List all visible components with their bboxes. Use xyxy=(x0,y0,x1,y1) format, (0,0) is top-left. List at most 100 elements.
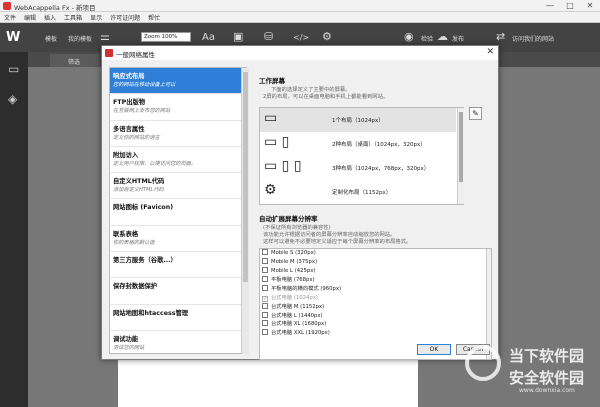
nav-scrollbar[interactable] xyxy=(241,68,249,354)
nav-item-ftp[interactable]: FTP出版物 在互联网上发布您的网站 xyxy=(110,94,246,121)
nav-item-title: 附加访入 xyxy=(113,151,139,159)
gear-icon[interactable]: ⚙ xyxy=(322,31,332,42)
layout-scrollbar-thumb[interactable] xyxy=(459,112,463,182)
resolution-item-desktop-l[interactable]: 台式电脑 L (1440px) xyxy=(260,311,491,320)
layout-option-2[interactable]: ▭ ▯ 2种布局（桌面）（1024px，320px） xyxy=(260,132,456,156)
menu-license[interactable]: 许可证问题 xyxy=(106,12,144,23)
nav-item-desc: 添加自定义HTML代码 xyxy=(113,187,164,194)
visit-site-button[interactable]: 访问我们的网站 xyxy=(512,34,554,43)
nav-item-desc: 您的网站在移动设备上可以 xyxy=(113,82,176,88)
nav-scrollbar-thumb[interactable] xyxy=(243,72,248,282)
nav-item-title: 自定义HTML代码 xyxy=(113,178,165,186)
nav-item-third-party[interactable]: 第三方服务（谷歌...） xyxy=(110,252,246,279)
resolution-item-tablet-landscape[interactable]: 平板电脑的横向模式 (960px) xyxy=(260,284,491,293)
settings-nav-list: 响应式布局您的网站在移动设备上可以 FTP出版物 在互联网上发布您的网站 多语言属… xyxy=(109,67,247,354)
menu-bar: 文件 编辑 插入 工具箱 显示 许可证问题 帮忙 xyxy=(0,12,600,23)
page-icon[interactable]: ▭ xyxy=(8,62,19,76)
menu-file[interactable]: 文件 xyxy=(0,12,20,23)
eye-icon[interactable]: ◉ xyxy=(404,31,414,42)
resolution-label: Mobile S (320px) xyxy=(271,250,316,256)
template-button[interactable]: 模板 xyxy=(45,34,57,43)
resolution-checkbox[interactable] xyxy=(262,249,268,255)
maximize-button[interactable]: □ xyxy=(560,0,580,12)
resolution-checkbox[interactable] xyxy=(262,311,268,318)
site-watermark: 当下软件园 安全软件园 www.downxia.com xyxy=(465,343,595,403)
minimize-button[interactable]: — xyxy=(540,0,560,12)
sliders-icon[interactable]: ⚌ xyxy=(100,31,110,42)
edit-layout-button[interactable]: ✎ xyxy=(469,107,482,120)
nav-item-desc: 测试您的网站 xyxy=(113,344,145,351)
nav-item-favicon[interactable]: 网站图标 (Favicon) xyxy=(110,199,246,226)
menu-help[interactable]: 帮忙 xyxy=(144,12,164,23)
watermark-text: 当下软件园 xyxy=(509,347,585,365)
close-window-button[interactable]: ✕ xyxy=(580,0,600,12)
resolution-label: 台式电脑 L (1440px) xyxy=(271,312,323,319)
app-logo-icon xyxy=(3,2,11,10)
desktop-phone-icon: ▭ ▯ xyxy=(264,134,290,150)
menu-tools[interactable]: 工具箱 xyxy=(60,12,86,23)
nav-item-sitemap[interactable]: 网站地图和htaccess管理 xyxy=(110,305,246,331)
layout-list: ▭ 1个布局（1024px） ▭ ▯ 2种布局（桌面）（1024px，320px… xyxy=(259,107,464,205)
nav-item-debug[interactable]: 调试功能 测试您的网站 xyxy=(110,331,246,353)
layout-option-custom[interactable]: ⚙ 定制化布局（1152px） xyxy=(260,180,456,204)
auto-resolution-note: 这样可以避免不必要地定义适应于每个屏幕分辨率的布局格式。 xyxy=(263,239,412,245)
resolution-checkbox[interactable] xyxy=(262,285,268,292)
resolution-checkbox[interactable] xyxy=(262,329,268,336)
zoom-select[interactable]: Zoom 100% xyxy=(141,32,191,42)
nav-item-contact-form[interactable]: 联系表格 你的表格的默认值 xyxy=(110,226,246,253)
resolution-checkbox[interactable] xyxy=(262,320,268,327)
code-icon[interactable]: </> xyxy=(293,32,309,43)
nav-item-custom-html[interactable]: 自定义HTML代码 添加自定义HTML代码 xyxy=(110,173,246,200)
dialog-close-button[interactable]: ✕ xyxy=(486,47,494,57)
text-style-icon[interactable]: Aa xyxy=(202,32,215,43)
nav-item-title: 保存封数据保护 xyxy=(113,283,158,291)
resolution-item-mobile-m[interactable]: Mobile M (375px) xyxy=(260,257,491,267)
layout-list-scrollbar[interactable] xyxy=(457,108,464,204)
resolution-item-mobile-l[interactable]: Mobile L (425px) xyxy=(260,266,491,276)
cloud-icon[interactable]: ☁ xyxy=(437,31,448,42)
layout-option-3[interactable]: ▭ ▯ ▯ 3种布局（1024px，768px，320px） xyxy=(260,156,456,180)
watermark-text: 安全软件园 xyxy=(509,369,585,387)
window-title-bar: WebAcappella Fx - 新项目 — □ ✕ xyxy=(0,0,600,12)
publish-button[interactable]: 发布 xyxy=(452,34,464,43)
my-template-button[interactable]: 我的模板 xyxy=(68,34,92,43)
nav-item-title: 调试功能 xyxy=(113,335,139,343)
share-icon[interactable]: ⇄ xyxy=(496,31,505,42)
resolution-checkbox[interactable] xyxy=(262,266,268,273)
nav-item-title: 第三方服务（谷歌...） xyxy=(113,257,177,265)
auto-resolution-note: (不保证所有浏览器的兼容性) xyxy=(263,225,331,231)
ok-button[interactable]: OK xyxy=(417,344,451,355)
menu-edit[interactable]: 编辑 xyxy=(20,12,40,23)
tab-filter[interactable]: 筛选 xyxy=(50,54,100,67)
resolution-item-tablet[interactable]: 平板电脑 (768px) xyxy=(260,275,491,284)
settings-panel: 工作屏幕 下面的选择定义了主要中的屏幕。 2屏的布局，可以在桌面电脑和手机上都能… xyxy=(257,67,492,360)
paint-bucket-icon[interactable]: ⛁ xyxy=(264,31,273,42)
nav-item-title: 网站图标 (Favicon) xyxy=(113,204,174,212)
auto-resolution-note: 该功能允许根据访问者的屏幕分辨率自动缩放您的网站。 xyxy=(263,232,396,238)
resolution-checkbox[interactable] xyxy=(262,302,268,309)
nav-item-access[interactable]: 附加访入 定义用户权限、以便访问您的页面。 xyxy=(110,147,246,174)
resolution-checkbox[interactable] xyxy=(262,257,268,264)
tab-filter-label: 筛选 xyxy=(68,59,81,66)
menu-insert[interactable]: 插入 xyxy=(40,12,60,23)
resolution-item-desktop-xl[interactable]: 台式电脑 XL (1680px) xyxy=(260,319,491,328)
resolution-label: 平板电脑 (768px) xyxy=(271,277,315,284)
resolution-label: 台式电脑 XXL (1920px) xyxy=(271,330,330,337)
nav-item-responsive[interactable]: 响应式布局您的网站在移动设备上可以 xyxy=(110,68,246,95)
nav-item-title: 响应式布局 xyxy=(113,73,145,80)
resolution-item-desktop-xxl[interactable]: 台式电脑 XXL (1920px) xyxy=(260,328,491,337)
nav-item-title: 联系表格 xyxy=(113,230,139,238)
layers-icon[interactable]: ◈ xyxy=(8,92,17,106)
image-icon[interactable]: ▣ xyxy=(233,31,243,42)
nav-item-data-protection[interactable]: 保存封数据保护 xyxy=(110,278,246,305)
layout-label: 1个布局（1024px） xyxy=(332,118,384,124)
desktop-tablet-phone-icon: ▭ ▯ ▯ xyxy=(264,158,302,174)
resolution-item-desktop: ✓ 台式电脑 (1024px) xyxy=(260,293,491,302)
nav-item-language[interactable]: 多语言属性 定义你的网站的语言 xyxy=(110,121,246,147)
preview-button[interactable]: 检验 xyxy=(421,34,433,43)
resolution-item-mobile-s[interactable]: Mobile S (320px) xyxy=(260,249,491,258)
layout-option-1[interactable]: ▭ 1个布局（1024px） xyxy=(260,108,456,132)
menu-view[interactable]: 显示 xyxy=(86,12,106,23)
resolution-checkbox[interactable] xyxy=(262,276,268,283)
resolution-item-desktop-m[interactable]: 台式电脑 M (1152px) xyxy=(260,302,491,311)
